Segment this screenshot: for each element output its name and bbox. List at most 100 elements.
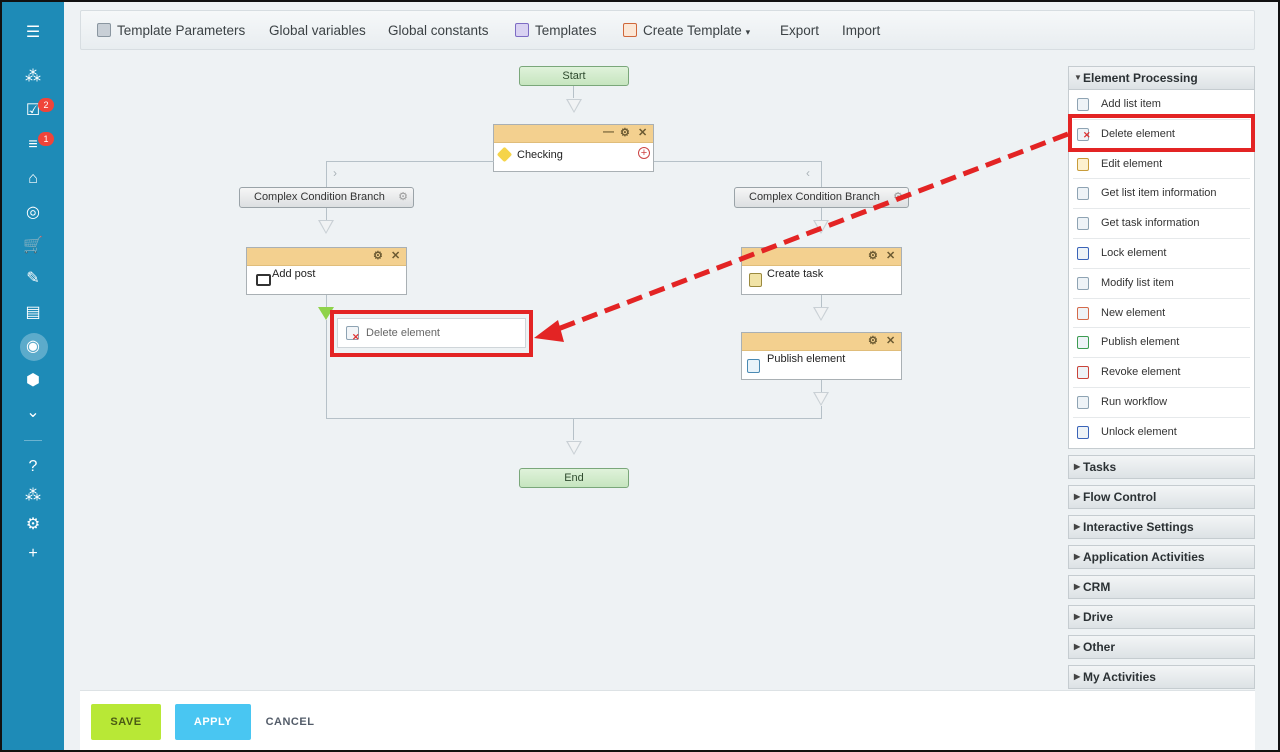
gear-icon[interactable]: ⚙ [868, 334, 878, 347]
feed-icon[interactable]: ⁂ [22, 66, 44, 88]
my-activities-group-header[interactable]: ▶ My Activities [1068, 664, 1255, 689]
gear-icon[interactable]: ⚙ [868, 249, 878, 262]
chevron-right-icon[interactable]: › [333, 166, 337, 180]
tasks-group-header[interactable]: ▶ Tasks [1068, 454, 1255, 479]
modify-icon [1077, 276, 1089, 290]
create-task-block[interactable]: ⚙ ✕ Create task [741, 247, 902, 295]
activity-unlock-element[interactable]: Unlock element [1073, 418, 1250, 448]
activity-new-element[interactable]: New element [1073, 299, 1250, 329]
designer-toolbar: Template Parameters Global variables Glo… [80, 10, 1255, 50]
cart-icon[interactable]: 🛒 [22, 235, 44, 257]
activity-get-list-item-information[interactable]: Get list item information [1073, 179, 1250, 210]
group-title: My Activities [1083, 669, 1156, 684]
bottom-action-bar: SAVE APPLY CANCEL [80, 690, 1255, 750]
connector-line [821, 380, 822, 392]
menu-icon[interactable]: ☰ [22, 22, 44, 44]
crm-group-header[interactable]: ▶ CRM [1068, 574, 1255, 599]
checking-condition-block[interactable]: — ⚙ ✕ Checking + [493, 124, 654, 172]
close-icon[interactable]: ✕ [391, 249, 400, 262]
create-task-label: Create task [767, 268, 824, 280]
activity-run-workflow[interactable]: Run workflow [1073, 388, 1250, 418]
template-parameters-button[interactable]: Template Parameters [97, 11, 245, 51]
caret-right-icon: ▶ [1074, 641, 1081, 651]
activity-publish-element[interactable]: Publish element [1073, 328, 1250, 359]
app-window: ☰ ⁂ ☑ 2 ≡ 1 ⌂ ◎ 🛒 ✎ ▤ ◉ ⬢ ⌄ ? ⁂ ⚙ + Temp… [0, 0, 1280, 752]
gear-icon[interactable]: ⚙ [373, 249, 383, 262]
flow-arrow [813, 220, 829, 234]
right-condition-branch[interactable]: Complex Condition Branch ⚙ [734, 187, 909, 208]
templates-button[interactable]: Templates [515, 11, 597, 51]
template-parameters-icon [97, 23, 111, 37]
caret-down-icon: ▼ [1074, 73, 1082, 82]
connector-line [821, 406, 822, 418]
clipboard-task-icon [749, 273, 762, 287]
chevron-down-icon: ▾ [745, 27, 751, 37]
flow-control-group-header[interactable]: ▶ Flow Control [1068, 484, 1255, 509]
more-down-icon[interactable]: ⌄ [22, 402, 44, 424]
add-post-block[interactable]: ⚙ ✕ Add post [246, 247, 407, 295]
activity-add-list-item[interactable]: Add list item [1073, 90, 1250, 120]
rail-divider [24, 440, 42, 441]
settings-gear-icon[interactable]: ⚙ [22, 514, 44, 536]
element-processing-group-header[interactable]: ▼ Element Processing [1068, 66, 1255, 90]
help-icon[interactable]: ? [22, 456, 44, 478]
block-body: Add post [247, 266, 406, 294]
global-constants-button[interactable]: Global constants [388, 11, 489, 51]
company-icon[interactable]: ⌂ [22, 168, 44, 190]
caret-right-icon: ▶ [1074, 671, 1081, 681]
group-title: Flow Control [1083, 489, 1157, 504]
activity-delete-element[interactable]: ✕ Delete element [1073, 120, 1250, 150]
info-icon [1077, 187, 1089, 201]
flow-arrow [566, 99, 582, 113]
box-icon[interactable]: ⬢ [22, 370, 44, 392]
activity-get-task-information[interactable]: Get task information [1073, 209, 1250, 239]
connector-line [326, 320, 327, 418]
close-icon[interactable]: ✕ [886, 249, 895, 262]
connector-line [821, 208, 822, 220]
save-button[interactable]: SAVE [91, 704, 161, 740]
create-template-dropdown[interactable]: Create Template ▾ [623, 11, 750, 51]
minimize-icon[interactable]: — [603, 126, 614, 138]
close-icon[interactable]: ✕ [886, 334, 895, 347]
end-node[interactable]: End [519, 468, 629, 488]
dropped-delete-element-block[interactable]: ✕ Delete element [337, 318, 526, 348]
chevron-left-icon[interactable]: ‹ [806, 166, 810, 180]
start-node[interactable]: Start [519, 66, 629, 86]
structure-icon[interactable]: ⁂ [22, 485, 44, 507]
activity-modify-list-item[interactable]: Modify list item [1073, 269, 1250, 299]
contact-card-icon[interactable]: ▤ [22, 302, 44, 324]
activity-label: Edit element [1101, 157, 1163, 170]
import-button[interactable]: Import [842, 11, 880, 51]
interactive-settings-group-header[interactable]: ▶ Interactive Settings [1068, 514, 1255, 539]
other-group-header[interactable]: ▶ Other [1068, 634, 1255, 659]
template-parameters-label: Template Parameters [117, 23, 246, 38]
close-icon[interactable]: ✕ [638, 126, 647, 139]
publish-element-icon [747, 359, 760, 373]
target-icon[interactable]: ◎ [22, 202, 44, 224]
automation-robot-icon[interactable]: ◉ [22, 336, 44, 358]
drive-group-header[interactable]: ▶ Drive [1068, 604, 1255, 629]
export-button[interactable]: Export [780, 11, 819, 51]
application-activities-group-header[interactable]: ▶ Application Activities [1068, 544, 1255, 569]
activity-label: Unlock element [1101, 425, 1177, 438]
caret-right-icon: ▶ [1074, 491, 1081, 501]
global-variables-button[interactable]: Global variables [269, 11, 366, 51]
signature-icon[interactable]: ✎ [22, 268, 44, 290]
add-branch-icon[interactable]: + [638, 147, 650, 159]
group-title: Application Activities [1083, 549, 1205, 564]
activity-revoke-element[interactable]: Revoke element [1073, 358, 1250, 388]
left-condition-branch[interactable]: Complex Condition Branch ⚙ [239, 187, 414, 208]
activity-edit-element[interactable]: Edit element [1073, 150, 1250, 180]
apply-button[interactable]: APPLY [175, 704, 251, 740]
filter-count-badge: 1 [38, 132, 54, 146]
activity-lock-element[interactable]: Lock element [1073, 239, 1250, 269]
publish-element-block[interactable]: ⚙ ✕ Publish element [741, 332, 902, 380]
lock-icon [1077, 246, 1089, 260]
activity-label: Get list item information [1101, 187, 1217, 200]
delete-mark-icon: ✕ [352, 332, 360, 342]
gear-icon[interactable]: ⚙ [620, 126, 630, 139]
cancel-button[interactable]: CANCEL [260, 704, 320, 740]
gear-icon[interactable]: ⚙ [398, 188, 408, 207]
add-icon[interactable]: + [22, 543, 44, 565]
gear-icon[interactable]: ⚙ [893, 188, 903, 207]
